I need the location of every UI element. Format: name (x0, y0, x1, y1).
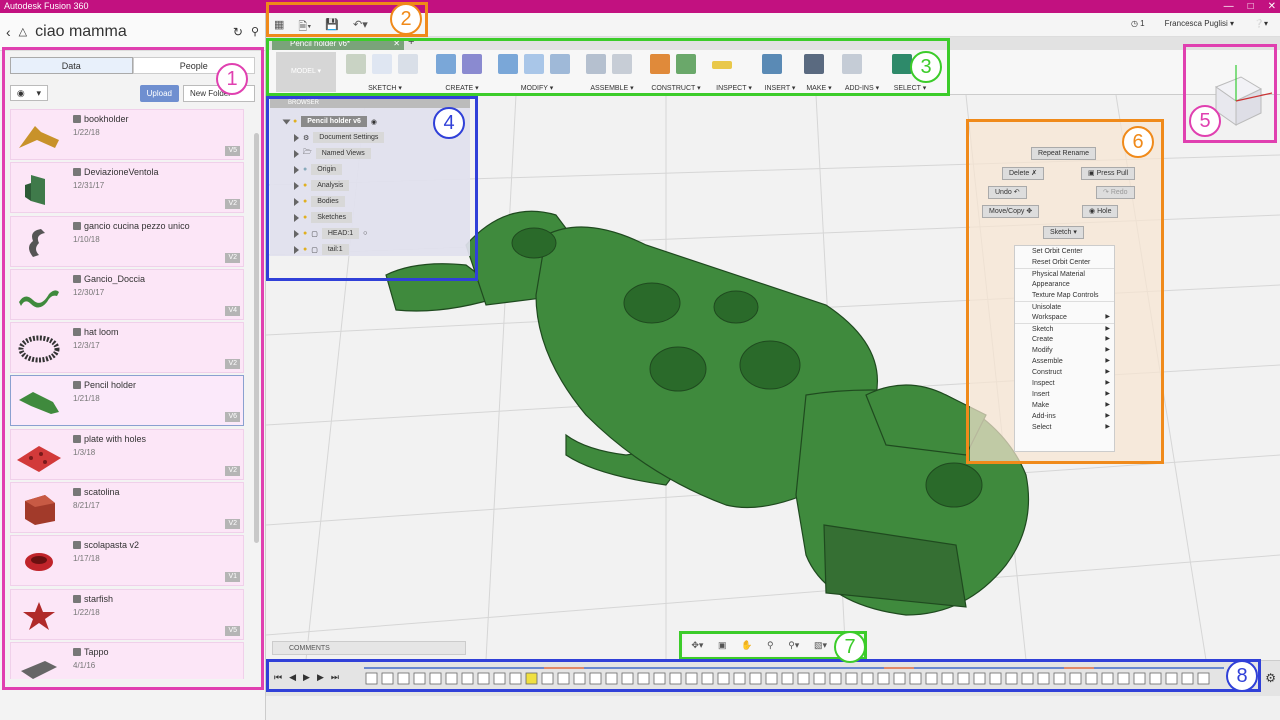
maximize-icon[interactable]: □ (1248, 0, 1254, 13)
annotation-badge-8: 8 (1226, 660, 1258, 692)
annotation-box-8 (266, 659, 1261, 692)
annotation-box-1 (2, 47, 264, 690)
comments-panel[interactable]: COMMENTS (272, 641, 466, 655)
annotation-box-6 (966, 119, 1164, 464)
minimize-icon[interactable]: — (1224, 0, 1234, 13)
close-icon[interactable]: ✕ (1268, 0, 1276, 13)
annotation-badge-5: 5 (1189, 105, 1221, 137)
annotation-badge-6: 6 (1122, 126, 1154, 158)
window-controls: — □ ✕ (1224, 0, 1276, 13)
clock-icon: ◷ (1130, 19, 1138, 28)
user-menu[interactable]: Francesca Puglisi ▾ (1165, 19, 1234, 28)
help-icon[interactable]: ❔▾ (1254, 19, 1268, 28)
back-icon[interactable]: ‹ (6, 24, 11, 40)
bottom-strip (266, 696, 1280, 720)
title-bar: Autodesk Fusion 360 — □ ✕ (0, 0, 1280, 13)
annotation-box-3 (266, 38, 950, 96)
annotation-badge-3: 3 (910, 51, 942, 83)
hub-icon: △ (18, 26, 28, 38)
project-name: ciao mamma (35, 22, 127, 40)
data-panel-header: ‹ △ ciao mamma ↻ ⚲ (0, 13, 265, 51)
annotation-badge-2: 2 (390, 3, 422, 35)
timeline-settings-gear-icon[interactable]: ⚙ (1265, 671, 1276, 685)
job-status[interactable]: ◷ 1 (1131, 19, 1145, 28)
annotation-badge-7: 7 (834, 631, 866, 663)
annotation-badge-4: 4 (433, 107, 465, 139)
window-title: Autodesk Fusion 360 (4, 1, 89, 11)
refresh-icon[interactable]: ↻ (233, 25, 243, 39)
search-icon[interactable]: ⚲ (251, 25, 259, 38)
annotation-badge-1: 1 (216, 63, 248, 95)
